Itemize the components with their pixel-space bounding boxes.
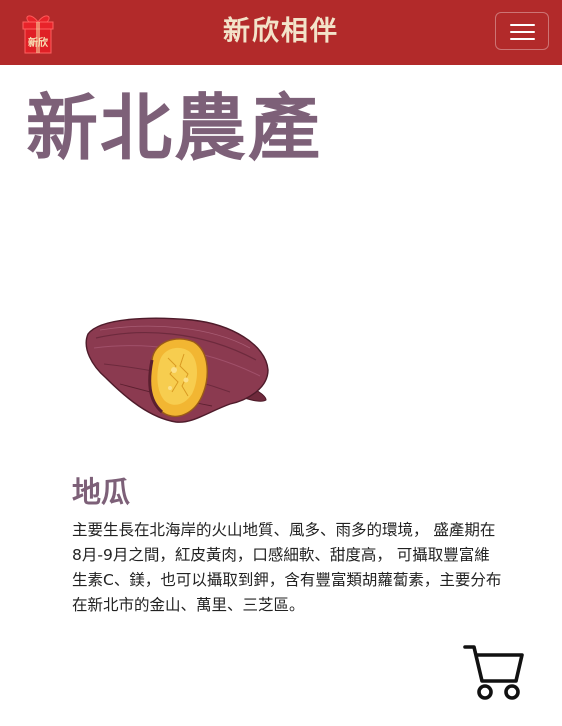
menu-toggle-button[interactable] [495,12,549,50]
shopping-cart-icon[interactable] [462,643,524,701]
hamburger-bar [510,31,535,33]
hamburger-bar [510,38,535,40]
page-title: 新北農產 [26,86,323,170]
navbar: 新欣 新欣相伴 [0,0,562,65]
product-description: 主要生長在北海岸的火山地質、風多、雨多的環境， 盛產期在8月-9月之間，紅皮黃肉… [72,521,502,614]
brand-title[interactable]: 新欣相伴 [0,12,562,52]
sweet-potato-image [85,317,269,423]
hamburger-menu-icon [510,24,535,26]
product-name: 地瓜 [72,475,131,509]
